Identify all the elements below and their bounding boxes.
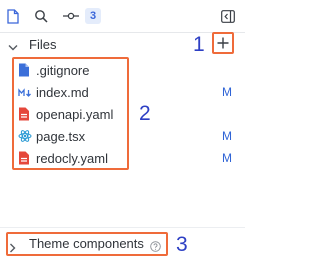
file-row-openapi-yaml[interactable]: openapi.yaml: [0, 104, 245, 124]
file-icon[interactable]: [5, 7, 21, 25]
file-row-index-md[interactable]: index.md M: [0, 82, 245, 102]
annotation-number-3: 3: [176, 233, 188, 256]
markdown-icon: [18, 85, 32, 99]
yaml-icon: [18, 151, 30, 165]
theme-components-section-header[interactable]: Theme components: [0, 232, 245, 256]
changes-count-badge[interactable]: 3: [85, 8, 101, 24]
sidebar-collapse-icon[interactable]: [220, 7, 236, 25]
file-name: page.tsx: [36, 129, 86, 144]
react-icon: [18, 129, 32, 143]
theme-components-title: Theme components: [29, 236, 144, 251]
file-status: M: [222, 85, 232, 99]
file-name: openapi.yaml: [36, 107, 114, 122]
file-name: index.md: [36, 85, 89, 100]
file-status: M: [222, 129, 232, 143]
search-icon[interactable]: [33, 7, 49, 25]
add-file-button[interactable]: [212, 32, 234, 54]
chevron-right-icon: [9, 240, 16, 258]
file-icon: [18, 63, 30, 77]
annotation-number-2: 2: [139, 102, 151, 125]
sidebar-toolbar: 3: [0, 0, 245, 33]
annotation-number-1: 1: [193, 33, 205, 56]
file-name: redocly.yaml: [36, 151, 109, 166]
help-circle-icon[interactable]: [150, 239, 161, 257]
git-commit-icon[interactable]: [62, 7, 80, 25]
yaml-icon: [18, 107, 30, 121]
file-row-page-tsx[interactable]: page.tsx M: [0, 126, 245, 146]
file-status: M: [222, 151, 232, 165]
files-section-title: Files: [29, 37, 57, 52]
file-name: .gitignore: [36, 63, 90, 78]
file-row-gitignore[interactable]: .gitignore: [0, 60, 245, 80]
plus-icon: [217, 37, 229, 49]
files-section-header[interactable]: Files: [0, 34, 245, 56]
section-divider: [0, 227, 245, 228]
chevron-down-icon: [8, 39, 18, 57]
file-row-redocly-yaml[interactable]: redocly.yaml M: [0, 148, 245, 168]
